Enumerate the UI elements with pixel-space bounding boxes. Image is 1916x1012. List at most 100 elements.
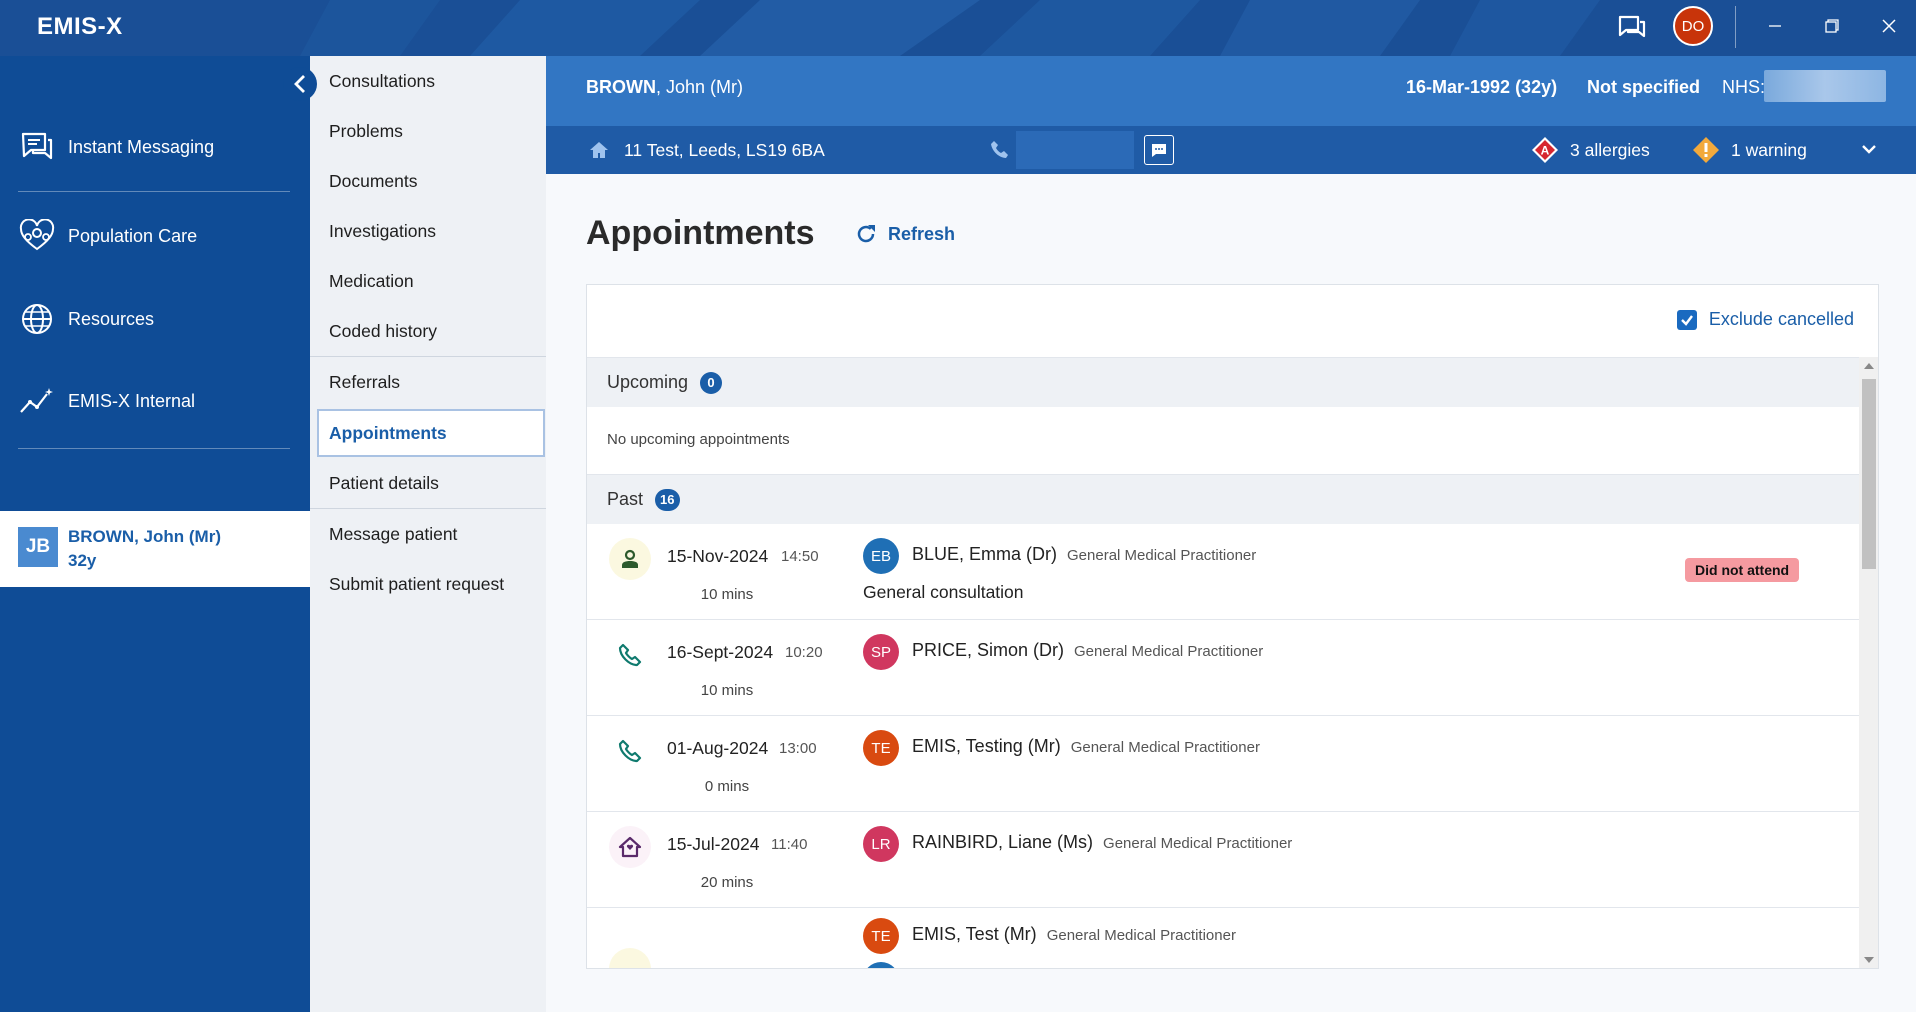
- patient-banner: BROWN, John (Mr) 16-Mar-1992 (32y) Not s…: [546, 56, 1916, 126]
- appointment-row[interactable]: TE EMIS, Test (Mr) General Medical Practi…: [587, 908, 1859, 968]
- clinician-role: General Medical Practitioner: [1074, 643, 1264, 660]
- appointment-row[interactable]: 16-Sept-2024 10:20 10 mins SP PRICE, Sim…: [587, 620, 1859, 716]
- menu-referrals[interactable]: Referrals: [310, 357, 546, 407]
- appointment-reason: General consultation: [863, 582, 1024, 602]
- appointment-date: 15-Nov-2024: [667, 546, 769, 566]
- allergy-icon: A: [1531, 136, 1559, 169]
- appointment-duration: 10 mins: [700, 682, 754, 699]
- appointment-row[interactable]: 15-Nov-2024 14:50 10 mins EB BLUE, Emma …: [587, 524, 1859, 620]
- clinician-info: BLUE, Emma (Dr) General Medical Practitio…: [912, 544, 1256, 565]
- main-content: Appointments Refresh Exclude cancelled U…: [546, 174, 1916, 1012]
- menu-investigations[interactable]: Investigations: [310, 206, 546, 256]
- refresh-icon: [857, 225, 875, 243]
- clinician-role: General Medical Practitioner: [1067, 547, 1257, 564]
- title-bar: EMIS-X DO: [0, 0, 1916, 56]
- clinician-info: EMIS, Testing (Mr) General Medical Practi…: [912, 736, 1260, 757]
- user-avatar[interactable]: DO: [1673, 6, 1713, 46]
- clinician-avatar: TE: [863, 730, 899, 766]
- appointment-duration: 10 mins: [700, 586, 754, 603]
- appointment-time: 11:40: [771, 836, 808, 853]
- appointments-card: Exclude cancelled Upcoming 0 No upcoming…: [586, 284, 1879, 969]
- clinician-name: PRICE, Simon (Dr): [912, 640, 1065, 660]
- clinician-info: RAINBIRD, Liane (Ms) General Medical Prac…: [912, 832, 1292, 853]
- appointment-time: 14:50: [781, 548, 819, 565]
- messages-icon[interactable]: [1616, 12, 1648, 44]
- nav-divider: [18, 448, 290, 449]
- clinician-role: General Medical Practitioner: [1103, 835, 1293, 852]
- menu-message-patient[interactable]: Message patient: [310, 509, 546, 559]
- nav-item-current-patient[interactable]: JB BROWN, John (Mr) 32y: [0, 511, 310, 587]
- checkbox-checked-icon: [1676, 309, 1697, 330]
- nav-item-population-care[interactable]: Population Care: [0, 206, 310, 266]
- clinician-name: RAINBIRD, Liane (Ms): [912, 832, 1094, 852]
- nav-divider: [18, 191, 290, 192]
- appointment-row[interactable]: 15-Jul-2024 11:40 20 mins LR RAINBIRD, L…: [587, 812, 1859, 908]
- nav-label: Instant Messaging: [68, 136, 215, 157]
- past-label: Past: [607, 489, 644, 509]
- scroll-down-arrow[interactable]: [1864, 957, 1874, 963]
- clinician-avatar-secondary: [863, 962, 899, 968]
- nav-item-resources[interactable]: Resources: [0, 289, 310, 349]
- home-visit-icon: [609, 826, 651, 868]
- upcoming-section-header: Upcoming 0: [587, 357, 1859, 407]
- face-to-face-icon: [609, 538, 651, 580]
- clinician-name: EMIS, Test (Mr): [912, 924, 1037, 944]
- appointment-row[interactable]: 01-Aug-2024 13:00 0 mins TE EMIS, Testin…: [587, 716, 1859, 812]
- chat-icon: [18, 128, 56, 166]
- menu-appointments[interactable]: Appointments: [317, 409, 545, 457]
- chevron-down-icon[interactable]: [1860, 140, 1878, 163]
- refresh-button[interactable]: Refresh: [854, 222, 955, 246]
- title-separator: [1735, 6, 1736, 48]
- phone-icon: [609, 634, 651, 676]
- svg-text:A: A: [1541, 144, 1550, 158]
- scroll-up-arrow[interactable]: [1864, 363, 1874, 369]
- menu-consultations[interactable]: Consultations: [310, 56, 546, 106]
- patient-nav-name: BROWN, John (Mr): [68, 527, 221, 546]
- appointment-date: 16-Sept-2024: [667, 642, 774, 662]
- nav-label: Resources: [68, 308, 155, 329]
- trend-icon: [18, 382, 56, 420]
- menu-submit-patient-request[interactable]: Submit patient request: [310, 559, 546, 609]
- nav-label: Population Care: [68, 225, 198, 246]
- menu-patient-details[interactable]: Patient details: [310, 458, 546, 508]
- phone-number-redacted: [1016, 131, 1134, 169]
- exclude-cancelled-checkbox[interactable]: Exclude cancelled: [1676, 309, 1854, 330]
- patient-surname: BROWN: [586, 77, 656, 97]
- nav-item-emis-x-internal[interactable]: EMIS-X Internal: [0, 371, 310, 431]
- warning-icon: [1692, 136, 1720, 169]
- sms-button[interactable]: [1144, 135, 1174, 165]
- no-upcoming-text: No upcoming appointments: [607, 431, 790, 448]
- collapse-nav-button[interactable]: [283, 67, 317, 101]
- menu-medication[interactable]: Medication: [310, 256, 546, 306]
- message-icon: [1152, 143, 1166, 157]
- refresh-label: Refresh: [888, 223, 956, 244]
- minimize-button[interactable]: [1755, 10, 1795, 42]
- menu-coded-history[interactable]: Coded history: [310, 306, 546, 356]
- nav-item-instant-messaging[interactable]: Instant Messaging: [0, 117, 310, 177]
- menu-problems[interactable]: Problems: [310, 106, 546, 156]
- close-button[interactable]: [1869, 10, 1909, 42]
- exclude-cancelled-label: Exclude cancelled: [1708, 309, 1854, 329]
- upcoming-count-badge: 0: [700, 371, 723, 394]
- patient-name[interactable]: BROWN, John (Mr): [586, 77, 743, 98]
- menu-documents[interactable]: Documents: [310, 156, 546, 206]
- restore-button[interactable]: [1812, 10, 1852, 42]
- allergies-link[interactable]: 3 allergies: [1570, 140, 1650, 161]
- appointment-date: 15-Jul-2024: [667, 834, 760, 854]
- appointment-time: 13:00: [779, 740, 817, 757]
- appointment-duration: 0 mins: [704, 778, 750, 795]
- population-care-icon: [18, 217, 56, 255]
- appointment-date: 01-Aug-2024: [667, 738, 769, 758]
- patient-contact-bar: 11 Test, Leeds, LS19 6BA A 3 allergies 1…: [546, 126, 1916, 174]
- past-section-header: Past 16: [587, 474, 1859, 524]
- clinician-role: General Medical Practitioner: [1046, 927, 1236, 944]
- clinician-info: EMIS, Test (Mr) General Medical Practitio…: [912, 924, 1236, 945]
- patient-gender: Not specified: [1587, 77, 1701, 97]
- scroll-thumb[interactable]: [1862, 379, 1876, 569]
- nav-label: EMIS-X Internal: [68, 390, 196, 411]
- patient-initials-avatar: JB: [18, 527, 58, 567]
- warnings-link[interactable]: 1 warning: [1731, 140, 1807, 161]
- patient-given-name: , John (Mr): [656, 77, 744, 97]
- clinician-name: EMIS, Testing (Mr): [912, 736, 1061, 756]
- appointments-scrollbar[interactable]: [1859, 357, 1878, 968]
